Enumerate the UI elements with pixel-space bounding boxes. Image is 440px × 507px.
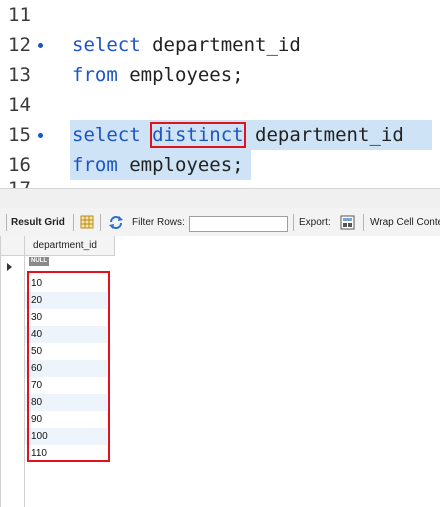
toolbar-separator	[6, 214, 7, 231]
refresh-icon[interactable]	[108, 215, 124, 229]
code-line-15: 15 select distinct department_id	[0, 120, 440, 150]
code-identifier: department_id	[243, 124, 404, 146]
line-number: 11	[8, 4, 31, 26]
keyword-from: from	[72, 154, 118, 176]
code-line-12: 12 select department_id	[0, 30, 440, 60]
code-line-11: 11	[0, 0, 440, 30]
result-grid: department_id NULL 10 20 30 40 50 60 70 …	[0, 236, 440, 507]
keyword-select: select	[72, 124, 141, 146]
code-identifier: department_id	[140, 34, 301, 56]
code-line-14: 14	[0, 90, 440, 120]
wrap-cell-content-label[interactable]: Wrap Cell Conte	[370, 217, 440, 228]
row-gutter	[1, 256, 25, 507]
line-number: 15	[8, 124, 31, 146]
keyword-select: select	[72, 34, 141, 56]
code-text: from employees;	[72, 150, 244, 180]
line-number: 14	[8, 94, 31, 116]
null-badge[interactable]: NULL	[29, 257, 49, 266]
sql-editor[interactable]: 11 12 select department_id 13 from emplo…	[0, 0, 440, 188]
grid-corner[interactable]	[1, 236, 25, 256]
statement-marker-icon	[38, 43, 43, 48]
code-identifier: employees;	[117, 64, 244, 86]
keyword-from: from	[72, 64, 118, 86]
line-number: 12	[8, 34, 31, 56]
code-identifier: employees;	[117, 154, 244, 176]
line-number: 16	[8, 154, 31, 176]
code-line-13: 13 from employees;	[0, 60, 440, 90]
code-line-16: 16 from employees;	[0, 150, 440, 180]
code-text: select distinct department_id	[72, 120, 404, 150]
code-text: select department_id	[72, 30, 301, 60]
filter-rows-input[interactable]	[189, 216, 288, 232]
toolbar-separator	[293, 214, 294, 231]
column-header-department-id[interactable]: department_id	[25, 236, 115, 256]
result-toolbar: Result Grid Filter Rows: Export: Wrap Ce…	[0, 208, 440, 236]
panel-splitter[interactable]	[0, 188, 440, 208]
keyword-distinct: distinct	[150, 122, 246, 148]
result-grid-tab[interactable]: Result Grid	[11, 217, 65, 228]
toolbar-separator	[363, 214, 364, 231]
toolbar-separator	[100, 214, 101, 231]
code-text: from employees;	[72, 60, 244, 90]
annotation-box	[27, 271, 110, 462]
export-icon[interactable]	[340, 214, 356, 230]
line-number: 13	[8, 64, 31, 86]
line-number-partial: 17	[8, 178, 31, 188]
current-row-arrow-icon	[7, 263, 12, 271]
toolbar-separator	[73, 214, 74, 231]
statement-marker-icon	[38, 133, 43, 138]
export-label: Export:	[299, 217, 331, 228]
filter-rows-label: Filter Rows:	[132, 217, 185, 228]
grid-layout-icon[interactable]	[80, 215, 94, 229]
